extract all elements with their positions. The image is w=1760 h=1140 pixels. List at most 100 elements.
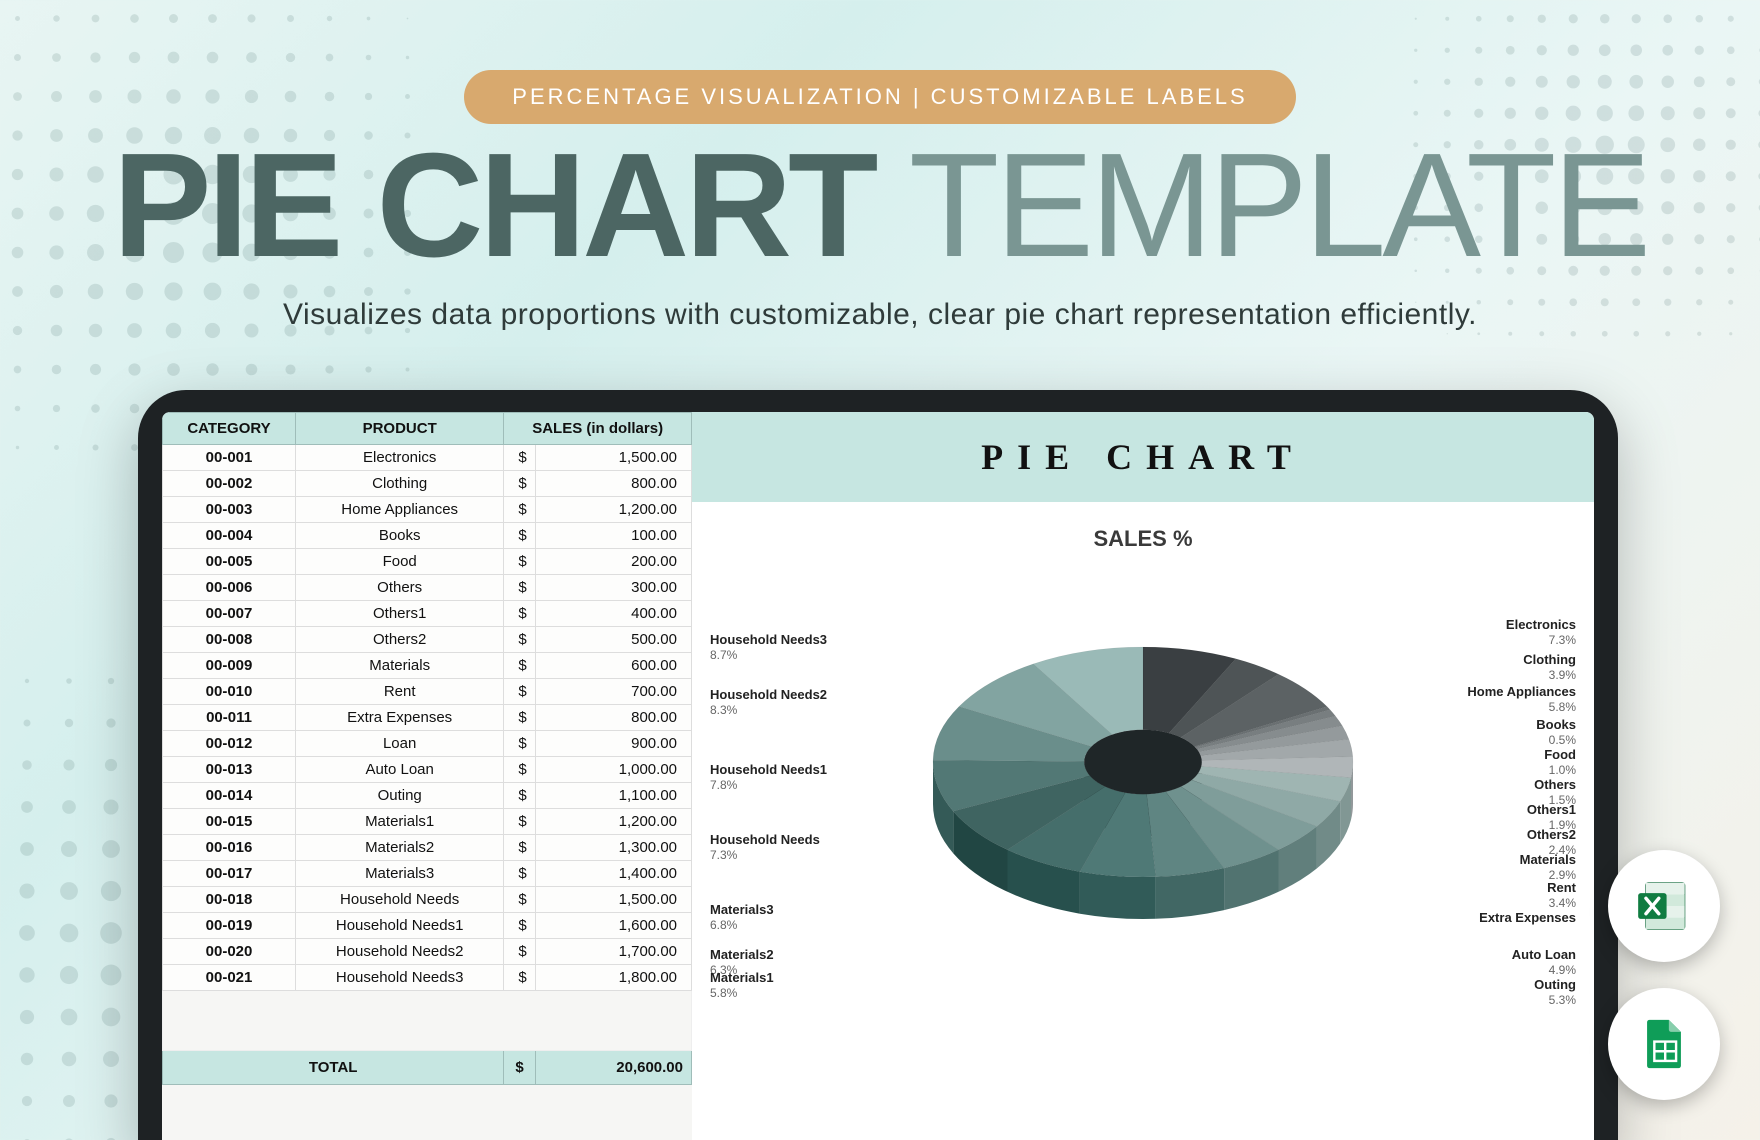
sales-table: CATEGORY PRODUCT SALES (in dollars) 00-0… — [162, 412, 692, 1085]
cell-product: Extra Expenses — [296, 705, 504, 731]
tablet-screen: CATEGORY PRODUCT SALES (in dollars) 00-0… — [162, 412, 1594, 1140]
cell-product: Others1 — [296, 601, 504, 627]
cell-sales: 1,500.00 — [535, 445, 691, 471]
cell-currency: $ — [504, 549, 535, 575]
table-row: 00-001Electronics$1,500.00 — [163, 445, 692, 471]
cell-category: 00-016 — [163, 835, 296, 861]
cell-currency: $ — [504, 731, 535, 757]
table-row: 00-004Books$100.00 — [163, 523, 692, 549]
table-row: 00-015Materials1$1,200.00 — [163, 809, 692, 835]
cell-sales: 900.00 — [535, 731, 691, 757]
slice-label: Extra Expenses — [1479, 910, 1576, 926]
slice-label: Auto Loan4.9% — [1512, 947, 1576, 977]
cell-sales: 100.00 — [535, 523, 691, 549]
cell-sales: 1,400.00 — [535, 861, 691, 887]
pie-chart — [863, 562, 1423, 982]
cell-sales: 1,500.00 — [535, 887, 691, 913]
cell-product: Auto Loan — [296, 757, 504, 783]
table-row: 00-008Others2$500.00 — [163, 627, 692, 653]
cell-sales: 600.00 — [535, 653, 691, 679]
chart-banner: PIE CHART — [692, 412, 1594, 502]
cell-product: Others2 — [296, 627, 504, 653]
cell-sales: 1,200.00 — [535, 497, 691, 523]
cell-currency: $ — [504, 757, 535, 783]
cell-category: 00-001 — [163, 445, 296, 471]
cell-currency: $ — [504, 887, 535, 913]
cell-product: Books — [296, 523, 504, 549]
cell-product: Home Appliances — [296, 497, 504, 523]
table-row: 00-003Home Appliances$1,200.00 — [163, 497, 692, 523]
cell-product: Electronics — [296, 445, 504, 471]
file-type-badges — [1608, 850, 1720, 1100]
cell-sales: 1,300.00 — [535, 835, 691, 861]
cell-product: Others — [296, 575, 504, 601]
col-category: CATEGORY — [163, 413, 296, 445]
slice-label: Food1.0% — [1544, 747, 1576, 777]
slice-label: Electronics7.3% — [1506, 617, 1576, 647]
slice-label: Home Appliances5.8% — [1467, 684, 1576, 714]
cell-product: Household Needs2 — [296, 939, 504, 965]
total-label: TOTAL — [163, 1051, 504, 1085]
cell-product: Materials1 — [296, 809, 504, 835]
cell-currency: $ — [504, 809, 535, 835]
cell-currency: $ — [504, 627, 535, 653]
chart-subtitle: SALES % — [692, 502, 1594, 552]
slice-label: Outing5.3% — [1534, 977, 1576, 1007]
cell-category: 00-003 — [163, 497, 296, 523]
cell-category: 00-004 — [163, 523, 296, 549]
cell-sales: 400.00 — [535, 601, 691, 627]
slice-label: Materials15.8% — [710, 970, 774, 1000]
table-row: 00-007Others1$400.00 — [163, 601, 692, 627]
title-part-2: TEMPLATE — [874, 123, 1647, 288]
table-header-row: CATEGORY PRODUCT SALES (in dollars) — [163, 413, 692, 445]
table-row: 00-020Household Needs2$1,700.00 — [163, 939, 692, 965]
cell-sales: 300.00 — [535, 575, 691, 601]
table-row: 00-012Loan$900.00 — [163, 731, 692, 757]
cell-sales: 1,800.00 — [535, 965, 691, 991]
total-currency: $ — [504, 1051, 535, 1085]
table-row: 00-018Household Needs$1,500.00 — [163, 887, 692, 913]
cell-sales: 500.00 — [535, 627, 691, 653]
data-table-area: CATEGORY PRODUCT SALES (in dollars) 00-0… — [162, 412, 692, 1140]
sheets-badge[interactable] — [1608, 988, 1720, 1100]
cell-category: 00-015 — [163, 809, 296, 835]
cell-currency: $ — [504, 679, 535, 705]
table-row: 00-017Materials3$1,400.00 — [163, 861, 692, 887]
cell-category: 00-010 — [163, 679, 296, 705]
page-title: PIE CHART TEMPLATE — [0, 132, 1760, 280]
total-row: TOTAL$20,600.00 — [163, 1051, 692, 1085]
cell-sales: 1,100.00 — [535, 783, 691, 809]
cell-product: Loan — [296, 731, 504, 757]
slice-label: Materials2.9% — [1520, 852, 1576, 882]
cell-category: 00-018 — [163, 887, 296, 913]
table-row: 00-019Household Needs1$1,600.00 — [163, 913, 692, 939]
cell-sales: 1,700.00 — [535, 939, 691, 965]
cell-category: 00-002 — [163, 471, 296, 497]
tablet-frame: CATEGORY PRODUCT SALES (in dollars) 00-0… — [138, 390, 1618, 1140]
chart-body: SALES % Household Needs38.7%Household Ne… — [692, 502, 1594, 1140]
slice-label: Books0.5% — [1536, 717, 1576, 747]
cell-currency: $ — [504, 783, 535, 809]
cell-sales: 800.00 — [535, 471, 691, 497]
table-row: 00-013Auto Loan$1,000.00 — [163, 757, 692, 783]
table-row: 00-010Rent$700.00 — [163, 679, 692, 705]
table-row: 00-005Food$200.00 — [163, 549, 692, 575]
cell-category: 00-006 — [163, 575, 296, 601]
cell-currency: $ — [504, 601, 535, 627]
cell-currency: $ — [504, 965, 535, 991]
cell-sales: 1,200.00 — [535, 809, 691, 835]
table-row: 00-014Outing$1,100.00 — [163, 783, 692, 809]
slice-label: Clothing3.9% — [1523, 652, 1576, 682]
cell-category: 00-017 — [163, 861, 296, 887]
slice-label: Household Needs7.3% — [710, 832, 820, 862]
cell-currency: $ — [504, 705, 535, 731]
table-row: 00-009Materials$600.00 — [163, 653, 692, 679]
cell-currency: $ — [504, 497, 535, 523]
excel-icon — [1633, 875, 1695, 937]
cell-currency: $ — [504, 861, 535, 887]
cell-category: 00-005 — [163, 549, 296, 575]
cell-product: Household Needs1 — [296, 913, 504, 939]
excel-badge[interactable] — [1608, 850, 1720, 962]
cell-sales: 200.00 — [535, 549, 691, 575]
cell-sales: 800.00 — [535, 705, 691, 731]
